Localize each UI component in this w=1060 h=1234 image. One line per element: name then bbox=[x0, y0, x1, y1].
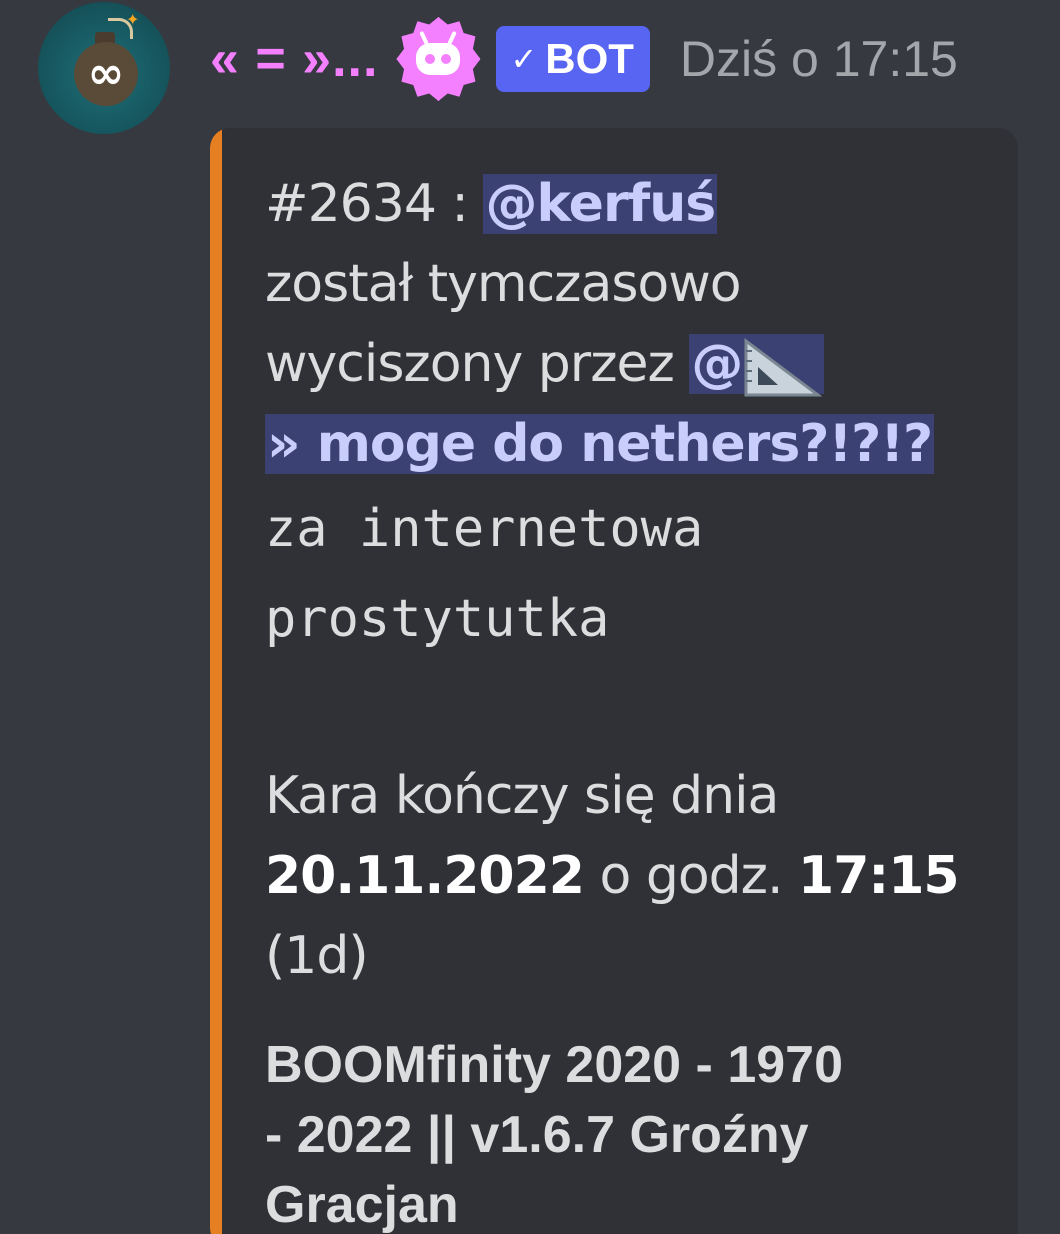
embed-footer: BOOMfinity 2020 - 1970 - 2022 || v1.6.7 … bbox=[265, 1030, 985, 1234]
expiry-time: 17:15 bbox=[798, 846, 960, 906]
expiry-info: Kara kończy się dnia 20.11.2022 o godz. … bbox=[265, 756, 985, 996]
expiry-prefix: Kara kończy się dnia bbox=[265, 766, 779, 826]
infinity-icon: ∞ bbox=[87, 48, 125, 99]
robot-face-icon bbox=[416, 43, 461, 75]
bot-badge-label: BOT bbox=[545, 35, 634, 82]
robot-role-icon[interactable] bbox=[396, 17, 481, 101]
bot-badge: ✓ BOT bbox=[496, 26, 650, 92]
message-header: « = »... ✓ BOT Dziś o 17:15 bbox=[210, 14, 958, 104]
moderator-mention-prefix[interactable]: @ bbox=[689, 334, 825, 397]
muted-text-1: został tymczasowo bbox=[265, 254, 742, 314]
embed-description: #2634 : @kerfuś został tymczasowo wycisz… bbox=[265, 164, 985, 484]
embed-color-bar bbox=[210, 128, 222, 1234]
user-mention[interactable]: @kerfuś bbox=[483, 174, 718, 234]
footer-line-2: - 2022 || v1.6.7 Groźny bbox=[265, 1106, 809, 1164]
expiry-date: 20.11.2022 bbox=[265, 846, 585, 906]
case-number: #2634 : bbox=[265, 174, 484, 234]
username[interactable]: « = »... bbox=[210, 29, 378, 89]
reason-line-1: za internetowa bbox=[265, 499, 704, 559]
spark-icon: ✦ bbox=[126, 10, 140, 29]
mute-reason: za internetowa prostytutka bbox=[265, 484, 985, 664]
embed: #2634 : @kerfuś został tymczasowo wycisz… bbox=[210, 128, 1018, 1234]
muted-text-2: wyciszony przez bbox=[265, 334, 690, 394]
chat-message: ✦ ∞ « = »... ✓ BOT Dziś o 17:15 #2634 : … bbox=[0, 0, 1060, 1234]
expiry-duration: (1d) bbox=[265, 926, 369, 986]
reason-line-2: prostytutka bbox=[265, 589, 610, 649]
triangular-ruler-icon bbox=[744, 338, 823, 397]
avatar[interactable]: ✦ ∞ bbox=[38, 2, 170, 134]
footer-line-3: Gracjan bbox=[265, 1176, 459, 1234]
check-icon: ✓ bbox=[510, 41, 538, 77]
timestamp[interactable]: Dziś o 17:15 bbox=[680, 30, 958, 88]
moderator-at: @ bbox=[691, 334, 743, 394]
embed-body: #2634 : @kerfuś został tymczasowo wycisz… bbox=[265, 164, 985, 1234]
moderator-mention[interactable]: » moge do nethers?!?!? bbox=[265, 414, 935, 474]
expiry-mid: o godz. bbox=[583, 846, 799, 906]
footer-line-1: BOOMfinity 2020 - 1970 bbox=[265, 1036, 843, 1094]
